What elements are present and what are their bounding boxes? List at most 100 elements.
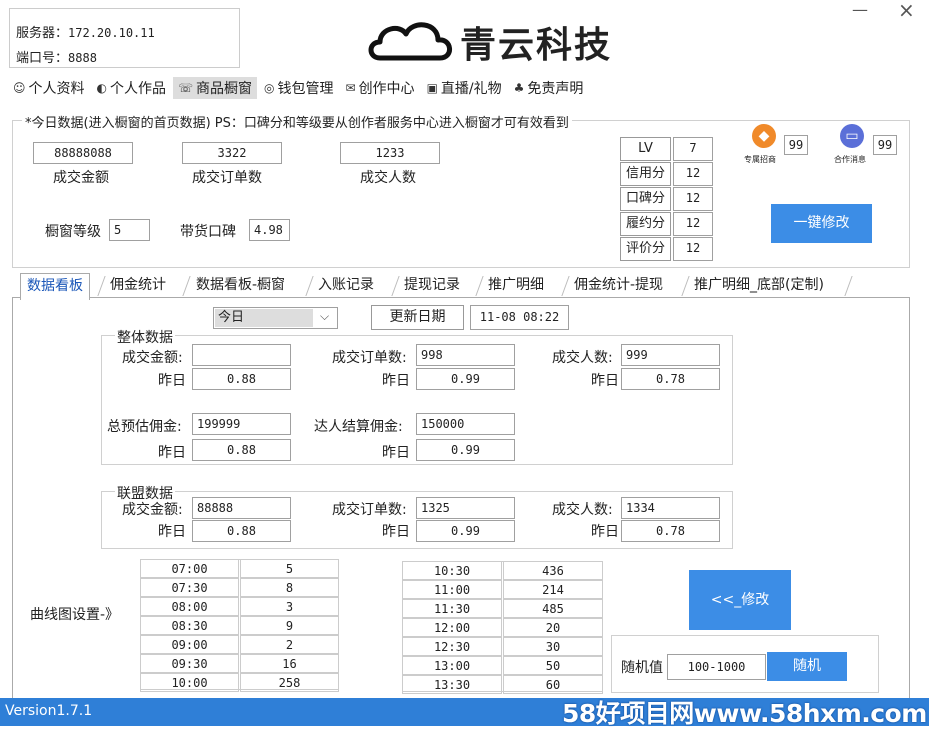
- yesterday-label: 昨日: [591, 373, 619, 389]
- gmv-field[interactable]: 88888088: [33, 142, 133, 164]
- reputation-field[interactable]: 4.98: [249, 219, 290, 241]
- nav-shop[interactable]: ☏ 商品橱窗: [173, 77, 258, 99]
- badge-merchant[interactable]: ◆ 专属招商: [744, 124, 784, 170]
- alliance-orders-label: 成交订单数:: [332, 502, 407, 518]
- curve-value-cell[interactable]: 2: [240, 635, 339, 654]
- score-value[interactable]: 12: [673, 162, 713, 186]
- curve-time-cell[interactable]: 07:30: [140, 578, 239, 597]
- tab-dashboard-shop[interactable]: 数据看板-橱窗: [190, 273, 291, 298]
- alliance-gmv-field[interactable]: 88888: [192, 497, 291, 519]
- overall-gmv-field[interactable]: [192, 344, 291, 366]
- curve-time-cell[interactable]: 08:30: [140, 616, 239, 635]
- curve-value-cell[interactable]: 5: [240, 559, 339, 578]
- curve-time-cell[interactable]: 12:00: [402, 618, 502, 637]
- curve-time-cell[interactable]: 11:00: [402, 580, 502, 599]
- random-button[interactable]: 随机: [767, 652, 847, 681]
- settle-commission-yday-field[interactable]: 0.99: [416, 439, 515, 461]
- alliance-buyers-yday-field[interactable]: 0.78: [621, 520, 720, 542]
- nav-label: 商品橱窗: [196, 81, 253, 97]
- tab-separator: [844, 276, 853, 296]
- curve-value-cell[interactable]: 8: [240, 578, 339, 597]
- curve-modify-button[interactable]: <<_修改: [689, 570, 791, 630]
- curve-value-cell[interactable]: 485: [503, 599, 603, 618]
- nav-label: 直播/礼物: [440, 81, 502, 97]
- curve-time-cell[interactable]: 12:30: [402, 637, 502, 656]
- curve-time-cell[interactable]: 11:30: [402, 599, 502, 618]
- server-row: 服务器：172.20.10.11: [16, 22, 155, 41]
- update-date-button[interactable]: 更新日期: [371, 305, 464, 330]
- score-value[interactable]: 12: [673, 187, 713, 211]
- random-range-field[interactable]: 100-1000: [667, 654, 766, 680]
- nav-creator[interactable]: ✉ 创作中心: [341, 77, 420, 99]
- server-info-panel: 服务器：172.20.10.11 端口号：8888: [9, 8, 240, 68]
- curve-time-cell[interactable]: 10:30: [402, 561, 502, 580]
- curve-value-cell[interactable]: 3: [240, 597, 339, 616]
- orders-field[interactable]: 3322: [182, 142, 282, 164]
- overall-buyers-yday-field[interactable]: 0.78: [621, 368, 720, 390]
- curve-value-cell[interactable]: 30: [503, 637, 603, 656]
- close-button[interactable]: ×: [898, 0, 915, 22]
- nav-wallet[interactable]: ◎ 钱包管理: [259, 77, 338, 99]
- port-label: 端口号：: [16, 51, 69, 66]
- curve-value-cell[interactable]: 20: [503, 618, 603, 637]
- settle-commission-label: 达人结算佣金:: [314, 419, 403, 435]
- level-field[interactable]: 5: [109, 219, 150, 241]
- overall-buyers-field[interactable]: 999: [621, 344, 720, 366]
- nav-disclaimer[interactable]: ♣ 免责声明: [509, 77, 589, 99]
- nav-label: 创作中心: [358, 81, 415, 97]
- yesterday-label: 昨日: [158, 373, 186, 389]
- nav-profile[interactable]: ☺ 个人资料: [8, 77, 90, 99]
- wallet-icon: ◎: [264, 81, 275, 95]
- curve-value-cell[interactable]: 16: [240, 654, 339, 673]
- cloud-icon: [368, 22, 452, 61]
- est-commission-yday-field[interactable]: 0.88: [192, 439, 291, 461]
- est-commission-field[interactable]: 199999: [192, 413, 291, 435]
- curve-value-cell[interactable]: 9: [240, 616, 339, 635]
- score-value[interactable]: 12: [673, 212, 713, 236]
- overall-gmv-yday-field[interactable]: 0.88: [192, 368, 291, 390]
- curve-value-cell[interactable]: 436: [503, 561, 603, 580]
- score-label: 评价分: [620, 237, 671, 261]
- score-value[interactable]: 7: [673, 137, 713, 161]
- tab-promotion[interactable]: 推广明细: [482, 273, 550, 298]
- random-label: 随机值: [621, 660, 663, 676]
- alliance-gmv-yday-field[interactable]: 0.88: [192, 520, 291, 542]
- badge-label: 专属招商: [744, 155, 776, 164]
- tab-commission-withdraw[interactable]: 佣金统计-提现: [568, 273, 669, 298]
- curve-time-cell[interactable]: 13:30: [402, 675, 502, 694]
- overall-orders-field[interactable]: 998: [416, 344, 515, 366]
- update-date-field[interactable]: 11-08 08:22: [470, 305, 569, 330]
- curve-time-cell[interactable]: 09:00: [140, 635, 239, 654]
- curve-time-cell[interactable]: 08:00: [140, 597, 239, 616]
- tab-promotion-bottom[interactable]: 推广明细_底部(定制): [688, 273, 830, 298]
- nav-works[interactable]: ◐ 个人作品: [92, 77, 171, 99]
- tab-withdraw[interactable]: 提现记录: [398, 273, 466, 298]
- yesterday-label: 昨日: [382, 373, 410, 389]
- buyers-field[interactable]: 1233: [340, 142, 440, 164]
- cooperation-count-field[interactable]: 99: [873, 135, 897, 155]
- nav-live[interactable]: ▣ 直播/礼物: [422, 77, 507, 99]
- curve-value-cell[interactable]: 214: [503, 580, 603, 599]
- one-click-modify-button[interactable]: 一键修改: [771, 204, 872, 243]
- tab-commission[interactable]: 佣金统计: [104, 273, 172, 298]
- score-value[interactable]: 12: [673, 237, 713, 261]
- curve-time-cell[interactable]: 07:00: [140, 559, 239, 578]
- overall-orders-yday-field[interactable]: 0.99: [416, 368, 515, 390]
- alliance-buyers-field[interactable]: 1334: [621, 497, 720, 519]
- tab-income[interactable]: 入账记录: [312, 273, 380, 298]
- alliance-orders-field[interactable]: 1325: [416, 497, 515, 519]
- curve-value-cell[interactable]: 50: [503, 656, 603, 675]
- curve-time-cell[interactable]: 13:00: [402, 656, 502, 675]
- merchant-count-field[interactable]: 99: [784, 135, 808, 155]
- minimize-button[interactable]: —: [852, 0, 868, 19]
- curve-value-cell[interactable]: 258: [240, 673, 339, 692]
- period-select[interactable]: 今日 ⌵: [213, 307, 338, 329]
- badge-cooperation[interactable]: ▭ 合作消息: [834, 124, 874, 170]
- curve-time-cell[interactable]: 09:30: [140, 654, 239, 673]
- alliance-orders-yday-field[interactable]: 0.99: [416, 520, 515, 542]
- yesterday-label: 昨日: [382, 445, 410, 461]
- tab-dashboard[interactable]: 数据看板: [20, 273, 90, 300]
- curve-time-cell[interactable]: 10:00: [140, 673, 239, 692]
- curve-value-cell[interactable]: 60: [503, 675, 603, 694]
- settle-commission-field[interactable]: 150000: [416, 413, 515, 435]
